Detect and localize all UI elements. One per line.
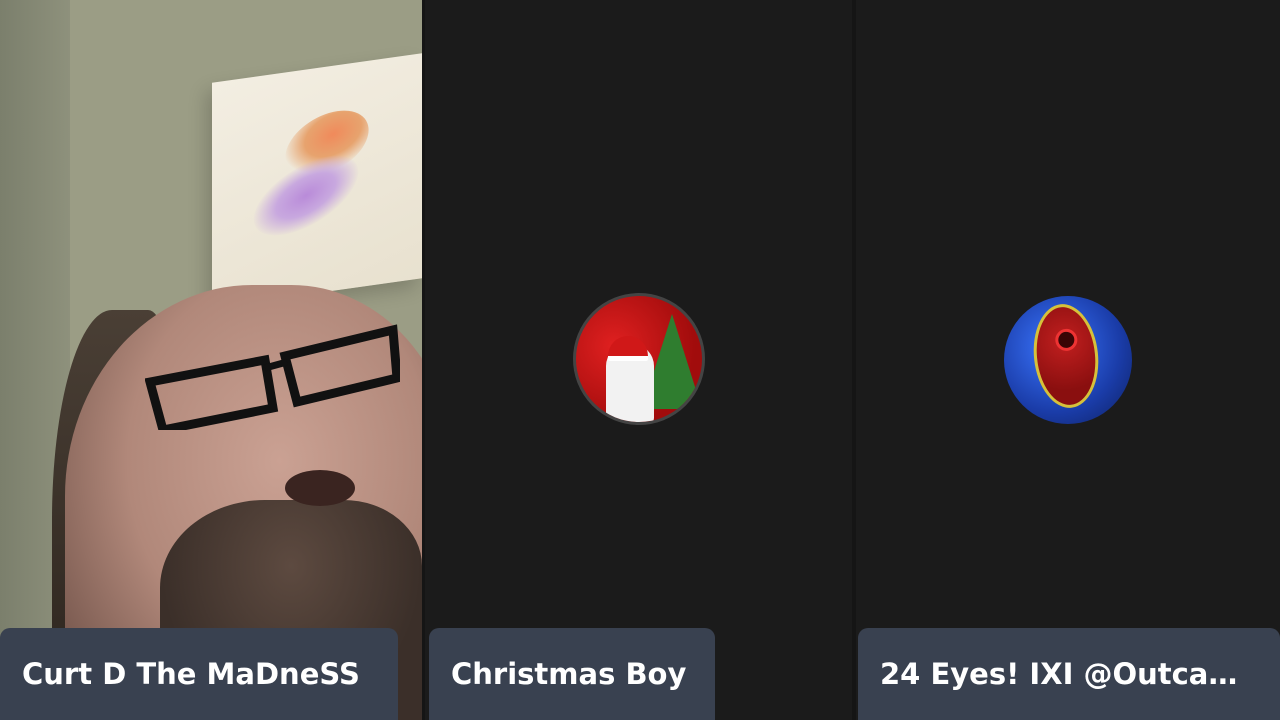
glasses-graphic — [145, 324, 400, 430]
eye-icon — [1054, 327, 1079, 352]
participant-tile-curt[interactable] — [0, 0, 422, 720]
person-mouth — [285, 470, 355, 506]
participant-name-label: Curt D The MaDneSS — [0, 628, 398, 720]
participant-name-label: 24 Eyes! IXI @Outca… — [858, 628, 1280, 720]
video-grid: Curt D The MaDneSS Christmas Boy 24 Eyes… — [0, 0, 1280, 720]
participant-name: Christmas Boy — [451, 657, 687, 691]
participant-tile-24-eyes[interactable] — [856, 0, 1280, 720]
participant-avatar — [1004, 296, 1132, 424]
participant-name: Curt D The MaDneSS — [22, 657, 360, 691]
participant-avatar — [573, 293, 705, 425]
wall-painting — [212, 53, 422, 308]
participant-name-label: Christmas Boy — [429, 628, 715, 720]
participant-name: 24 Eyes! IXI @Outca… — [880, 657, 1238, 691]
emblem-shape — [1028, 300, 1104, 412]
participant-tile-christmas-boy[interactable] — [425, 0, 852, 720]
